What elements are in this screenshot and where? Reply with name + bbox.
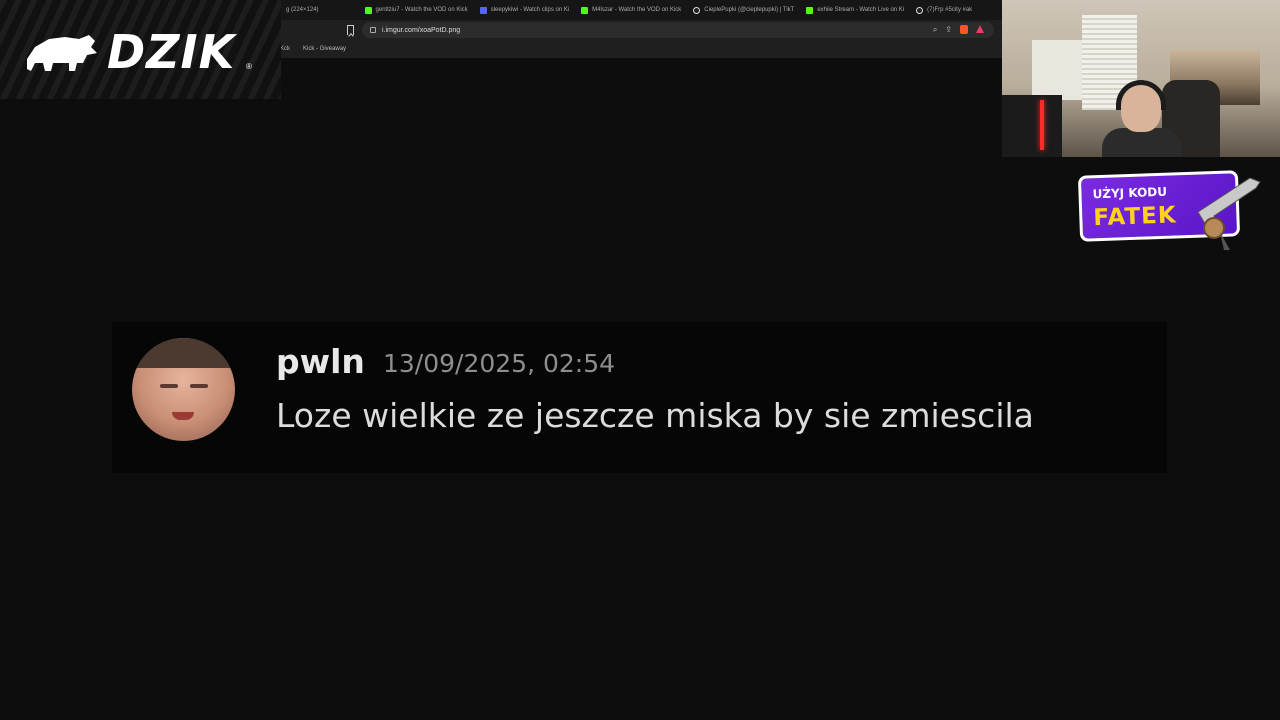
avatar-eye-right bbox=[190, 384, 208, 388]
browser-window: g (224×124) gentlziu7 - Watch the VOD on… bbox=[280, 0, 1002, 58]
bookmark-icon[interactable] bbox=[347, 25, 354, 35]
registered-mark: ® bbox=[246, 62, 252, 71]
tab-label: gentlziu7 - Watch the VOD on Kick bbox=[375, 7, 468, 13]
bookmarks-bar: Kck Kick - Giveaway bbox=[280, 42, 1002, 56]
brave-shields-icon[interactable] bbox=[960, 25, 968, 34]
tab-label: (7)Frp #5city #ak bbox=[927, 7, 973, 13]
avatar-hair bbox=[132, 338, 235, 368]
tab-m4lszar[interactable]: M4lszar - Watch the VOD on Kick bbox=[575, 0, 687, 20]
address-bar[interactable]: i.imgur.com/xoaPotD.png ⌕ ⇪ bbox=[362, 22, 994, 38]
dzik-logo: DZIK ® bbox=[0, 0, 281, 99]
logo-text: DZIK bbox=[107, 25, 236, 79]
webcam-led-strip bbox=[1040, 100, 1044, 150]
webcam-window bbox=[1032, 40, 1082, 100]
discord-icon bbox=[479, 6, 487, 14]
bookmark-kick[interactable]: Kck bbox=[280, 46, 290, 52]
webcam-feed bbox=[1002, 0, 1280, 157]
bookmark-label: Kick - Giveaway bbox=[303, 46, 347, 52]
share-icon[interactable]: ⇪ bbox=[945, 25, 952, 35]
logo-row: DZIK bbox=[25, 25, 235, 79]
tab-strip: g (224×124) gentlziu7 - Watch the VOD on… bbox=[280, 0, 1002, 20]
bookmark-kick-giveaway[interactable]: Kick - Giveaway bbox=[300, 46, 346, 52]
address-bar-actions: ⌕ ⇪ bbox=[933, 25, 984, 35]
avatar-mouth bbox=[172, 412, 194, 420]
webcam-desk bbox=[1002, 95, 1062, 157]
promo-code: FATEK bbox=[1092, 202, 1178, 232]
kick-icon bbox=[806, 6, 814, 14]
tab-label: CieplePupki (@cieplepupki) | TikT bbox=[704, 7, 795, 13]
kick-icon bbox=[581, 6, 589, 14]
url-text: i.imgur.com/xoaPotD.png bbox=[382, 26, 461, 34]
gun-icon bbox=[1197, 177, 1261, 250]
tiktok-icon bbox=[916, 6, 924, 14]
streamer-body bbox=[1102, 128, 1182, 157]
boar-icon bbox=[27, 35, 97, 71]
discord-message: pwln 13/09/2025, 02:54 Loze wielkie ze j… bbox=[112, 322, 1167, 473]
bookmark-label: Kck bbox=[280, 46, 291, 52]
kick-icon bbox=[364, 6, 372, 14]
message-timestamp: 13/09/2025, 02:54 bbox=[383, 349, 616, 378]
message-author[interactable]: pwln bbox=[276, 342, 365, 381]
tab-sleepykiwi[interactable]: sleepykiwi - Watch clips on Ki bbox=[474, 0, 575, 20]
brave-rewards-icon[interactable] bbox=[976, 25, 984, 33]
tiktok-icon bbox=[693, 6, 701, 14]
tab-exhiie[interactable]: exhiie Stream - Watch Live on Ki bbox=[800, 0, 910, 20]
tab-gentlziu[interactable]: gentlziu7 - Watch the VOD on Kick bbox=[359, 0, 474, 20]
tab-label: sleepykiwi - Watch clips on Ki bbox=[490, 7, 570, 13]
tab-label: g (224×124) bbox=[286, 7, 319, 13]
zoom-icon[interactable]: ⌕ bbox=[933, 25, 937, 35]
avatar-eye-left bbox=[160, 384, 178, 388]
tab-5city[interactable]: (7)Frp #5city #ak bbox=[910, 0, 978, 20]
tab-cieplepupki[interactable]: CieplePupki (@cieplepupki) | TikT bbox=[687, 0, 800, 20]
tab-label: M4lszar - Watch the VOD on Kick bbox=[592, 7, 682, 13]
tab-image[interactable]: g (224×124) bbox=[280, 0, 325, 20]
message-content: Loze wielkie ze jeszcze miska by sie zmi… bbox=[276, 396, 1034, 435]
tab-label: exhiie Stream - Watch Live on Ki bbox=[817, 7, 905, 13]
avatar[interactable] bbox=[132, 338, 235, 441]
promo-line: UŻYJ KODU bbox=[1092, 184, 1168, 202]
site-info-icon[interactable] bbox=[370, 27, 376, 33]
